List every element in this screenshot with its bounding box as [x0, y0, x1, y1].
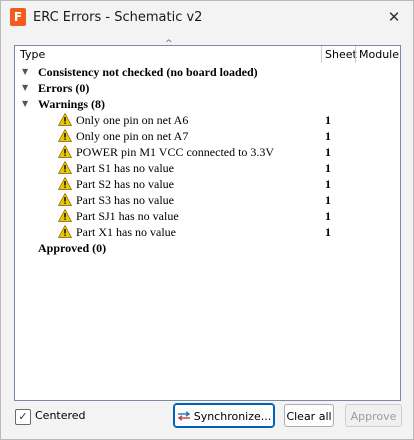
expand-arrow-icon[interactable]: ▼	[22, 64, 32, 80]
synchronize-button[interactable]: Synchronize...	[173, 403, 275, 428]
sheet-number: 1	[325, 193, 331, 207]
warning-row[interactable]: POWER pin M1 VCC connected to 3.3V 1	[15, 144, 400, 160]
warning-icon	[58, 193, 72, 206]
column-divider[interactable]	[355, 46, 356, 63]
warning-icon	[58, 129, 72, 142]
sheet-number: 1	[325, 161, 331, 175]
warning-row[interactable]: Only one pin on net A6 1	[15, 112, 400, 128]
centered-label[interactable]: Centered	[35, 409, 86, 422]
sheet-number: 1	[325, 113, 331, 127]
warning-row[interactable]: Only one pin on net A7 1	[15, 128, 400, 144]
approve-button[interactable]: Approve	[345, 404, 402, 427]
warning-text: Part S3 has no value	[76, 193, 174, 207]
group-warnings[interactable]: ▼ Warnings (8)	[15, 96, 400, 112]
synchronize-icon	[177, 411, 190, 421]
warning-icon	[58, 161, 72, 174]
sheet-number: 1	[325, 129, 331, 143]
sheet-number: 1	[325, 225, 331, 239]
warning-text: Part X1 has no value	[76, 225, 176, 239]
window-title: ERC Errors - Schematic v2	[33, 10, 203, 25]
group-label: Consistency not checked (no board loaded…	[38, 65, 258, 79]
expand-arrow-icon[interactable]: ▼	[22, 80, 32, 96]
column-header-module[interactable]: Module	[359, 46, 399, 63]
title-bar[interactable]: F ERC Errors - Schematic v2 ✕	[1, 1, 413, 35]
dialog-footer: ✓ Centered Synchronize... Clear all Appr…	[1, 401, 413, 439]
warning-icon	[58, 225, 72, 238]
warning-row[interactable]: Part S1 has no value 1	[15, 160, 400, 176]
warning-text: Part S1 has no value	[76, 161, 174, 175]
group-consistency[interactable]: ▼ Consistency not checked (no board load…	[15, 64, 400, 80]
close-icon[interactable]: ✕	[383, 6, 405, 28]
warning-row[interactable]: Part SJ1 has no value 1	[15, 208, 400, 224]
warning-icon	[58, 209, 72, 222]
warning-icon	[58, 177, 72, 190]
warning-text: Only one pin on net A7	[76, 129, 189, 143]
sheet-number: 1	[325, 209, 331, 223]
warning-row[interactable]: Part S3 has no value 1	[15, 192, 400, 208]
warning-text: Only one pin on net A6	[76, 113, 189, 127]
warning-row[interactable]: Part X1 has no value 1	[15, 224, 400, 240]
sheet-number: 1	[325, 177, 331, 191]
warning-text: POWER pin M1 VCC connected to 3.3V	[76, 145, 275, 159]
expand-arrow-icon[interactable]: ▼	[22, 96, 32, 112]
sheet-number: 1	[325, 145, 331, 159]
column-divider[interactable]	[321, 46, 322, 63]
column-header-sheet[interactable]: Sheet	[325, 46, 357, 63]
erc-error-list[interactable]: ^ Type Sheet Module ▼ Consistency not ch…	[14, 40, 401, 401]
warning-text: Part SJ1 has no value	[76, 209, 179, 223]
warning-icon	[58, 145, 72, 158]
group-label: Errors (0)	[38, 81, 90, 95]
synchronize-label: Synchronize...	[193, 410, 272, 423]
erc-errors-window: F ERC Errors - Schematic v2 ✕ ^ Type She…	[0, 0, 414, 440]
warning-row[interactable]: Part S2 has no value 1	[15, 176, 400, 192]
clear-all-button[interactable]: Clear all	[284, 404, 334, 427]
centered-checkbox[interactable]: ✓	[15, 409, 31, 425]
group-errors[interactable]: ▼ Errors (0)	[15, 80, 400, 96]
warning-text: Part S2 has no value	[76, 177, 174, 191]
group-label: Warnings (8)	[38, 97, 106, 111]
sort-indicator-icon: ^	[165, 39, 173, 49]
group-label: Approved (0)	[38, 241, 107, 255]
column-header-type[interactable]: Type	[20, 46, 45, 63]
warning-icon	[58, 113, 72, 126]
group-approved[interactable]: Approved (0)	[15, 240, 400, 256]
app-logo-icon: F	[10, 8, 26, 26]
